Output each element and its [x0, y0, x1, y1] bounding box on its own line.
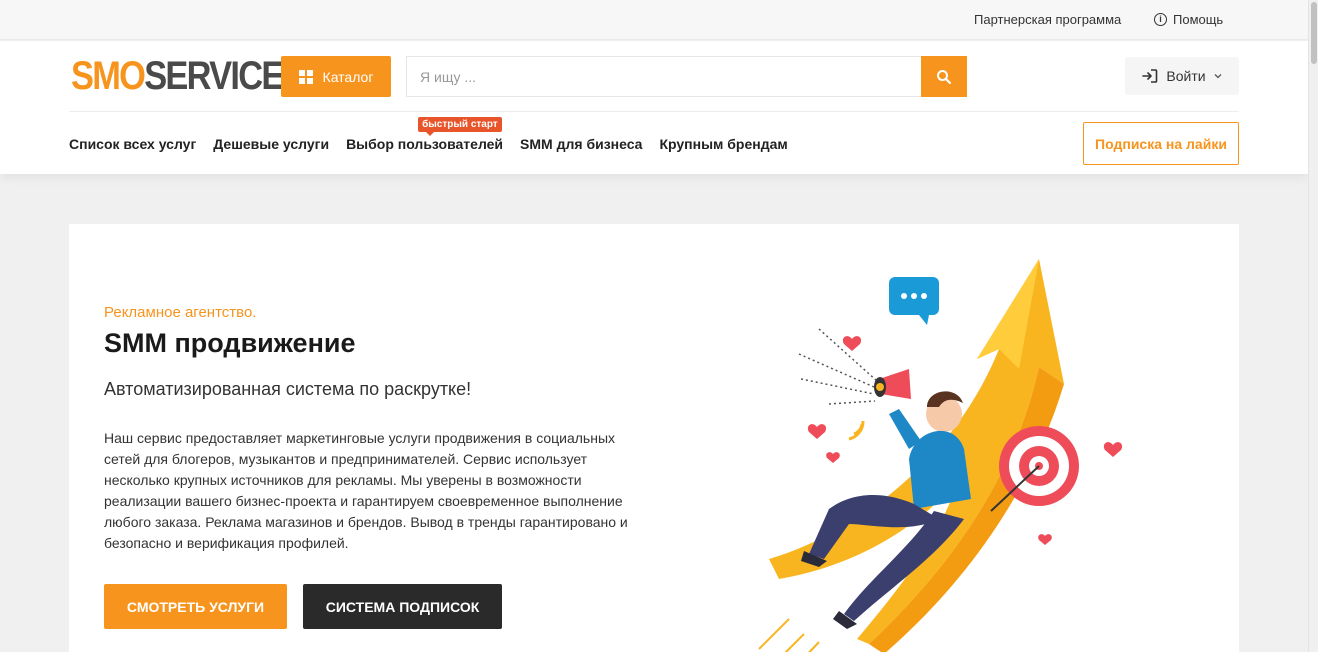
- nav-item-smm-business[interactable]: SMM для бизнеса: [520, 136, 642, 152]
- nav-item-all-services[interactable]: Список всех услуг: [69, 136, 196, 152]
- quick-start-badge: быстрый старт: [418, 117, 502, 136]
- logo-service: SERVICE: [144, 54, 284, 98]
- search-icon: [937, 69, 952, 84]
- nav-label: Выбор пользователей: [346, 136, 504, 152]
- catalog-label: Каталог: [322, 68, 374, 85]
- hero-section: Рекламное агентство. SMM продвижение Авт…: [69, 224, 1239, 652]
- hero-subtitle: Автоматизированная система по раскрутке!: [104, 379, 472, 399]
- site-logo[interactable]: SMOSERVICE: [71, 54, 284, 98]
- scrollbar-thumb[interactable]: [1311, 2, 1317, 64]
- subscribe-likes-button[interactable]: Подписка на лайки: [1083, 122, 1239, 165]
- subscription-system-button[interactable]: СИСТЕМА ПОДПИСОК: [303, 584, 502, 629]
- login-button[interactable]: Войти: [1125, 57, 1239, 95]
- page-scrollbar[interactable]: [1308, 0, 1318, 652]
- nav-label: Крупным брендам: [659, 136, 788, 152]
- site-header: SMOSERVICE Каталог Войти Список всех усл…: [0, 41, 1308, 174]
- login-icon: [1142, 69, 1158, 83]
- top-bar: Партнерская программа i Помощь: [0, 0, 1308, 40]
- nav-item-big-brands[interactable]: Крупным брендам: [659, 136, 787, 152]
- hero-title: SMM продвижение: [104, 328, 356, 358]
- search-button[interactable]: [921, 56, 967, 97]
- header-divider: [69, 111, 1239, 112]
- main-nav: Список всех услуг Дешевые услуги быстрый…: [69, 117, 805, 152]
- search-input[interactable]: [407, 57, 921, 96]
- help-link[interactable]: i Помощь: [1154, 12, 1223, 27]
- nav-label: Дешевые услуги: [213, 136, 330, 152]
- info-icon: i: [1154, 13, 1167, 26]
- partner-program-link[interactable]: Партнерская программа: [974, 12, 1121, 27]
- search-box: [406, 56, 967, 97]
- hero-description: Наш сервис предоставляет маркетинговые у…: [104, 430, 628, 551]
- nav-label: Список всех услуг: [69, 136, 197, 152]
- hero-eyebrow: Рекламное агентство.: [104, 304, 257, 321]
- view-services-button[interactable]: СМОТРЕТЬ УСЛУГИ: [104, 584, 287, 629]
- nav-item-cheap-services[interactable]: Дешевые услуги: [213, 136, 329, 152]
- help-label: Помощь: [1173, 12, 1224, 27]
- nav-label: SMM для бизнеса: [520, 136, 643, 152]
- hero-illustration: [758, 259, 1123, 652]
- grid-icon: [298, 69, 313, 84]
- login-label: Войти: [1166, 68, 1206, 84]
- catalog-button[interactable]: Каталог: [281, 56, 391, 97]
- chevron-down-icon: [1214, 74, 1222, 79]
- nav-item-users-choice[interactable]: быстрый старт Выбор пользователей: [346, 117, 504, 152]
- logo-smo: SMO: [71, 54, 146, 98]
